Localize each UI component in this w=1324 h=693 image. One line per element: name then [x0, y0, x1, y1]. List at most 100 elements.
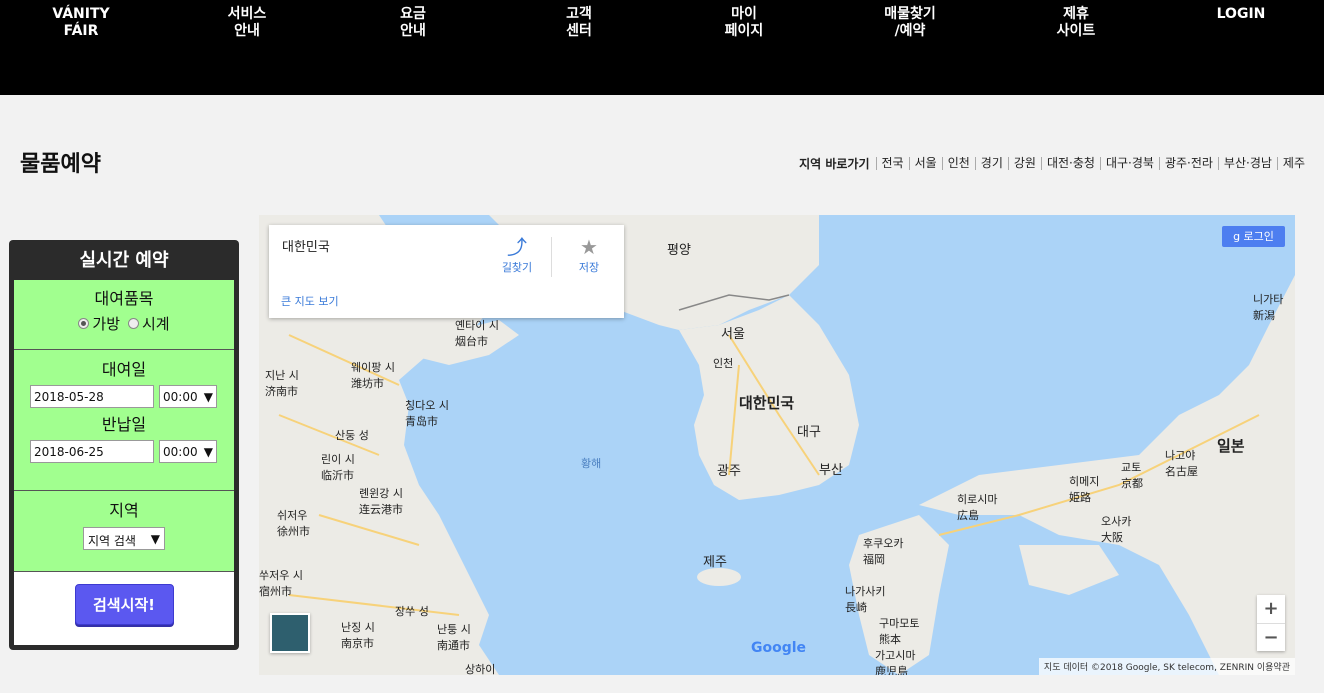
map-label-gwangju: 광주: [717, 464, 741, 479]
map-label-pyongyang: 평양: [667, 243, 691, 258]
rent-time-value: 00:00: [163, 390, 198, 404]
dropdown-arrow-icon: ▼: [150, 532, 160, 546]
nav-pricing[interactable]: 요금 안내: [358, 6, 468, 40]
card-divider: [551, 237, 552, 277]
map-label-incheon: 인천: [713, 357, 734, 370]
map-label-fukuoka: 후쿠오카 福岡: [863, 537, 904, 566]
region-link-gwangju-jeolla[interactable]: 광주·전라: [1158, 157, 1218, 170]
google-logo: Google: [751, 640, 807, 656]
radio-watch-indicator: [128, 318, 139, 329]
radio-watch[interactable]: 시계: [128, 313, 170, 334]
map-label-jinan: 지난 시 济南市: [265, 369, 299, 398]
map-label-daegu: 대구: [797, 425, 821, 440]
star-icon: ★: [580, 235, 598, 259]
map-label-nagoya: 나고야 名古屋: [1165, 449, 1198, 478]
zoom-out-button[interactable]: −: [1257, 624, 1285, 652]
region-link-jeju[interactable]: 제주: [1276, 157, 1310, 170]
map-label-weifang: 웨이팡 시 潍坊市: [351, 361, 395, 390]
region-label: 지역: [109, 501, 139, 520]
map-label-nanjing: 난징 시 南京市: [341, 621, 375, 650]
map-label-japan: 일본: [1217, 437, 1245, 455]
dropdown-arrow-icon: ▼: [203, 390, 213, 404]
bigger-map-link[interactable]: 큰 지도 보기: [281, 293, 339, 309]
search-button[interactable]: 검색시작!: [74, 584, 174, 625]
map-label-yantai: 옌타이 시 烟台市: [455, 319, 499, 348]
map-info-card: 대한민국 ⤴ 길찾기 ★ 저장 큰 지도 보기: [269, 225, 624, 318]
region-link-incheon[interactable]: 인천: [941, 157, 975, 170]
map-label-seoul: 서울: [721, 327, 745, 342]
radio-bag-indicator: [78, 318, 90, 329]
dropdown-arrow-icon: ▼: [203, 445, 213, 459]
directions-label: 길찾기: [501, 261, 533, 274]
nav-find-reserve[interactable]: 매물찾기 /예약: [855, 6, 965, 40]
radio-watch-label: 시계: [142, 315, 170, 333]
satellite-toggle[interactable]: [270, 613, 310, 653]
item-type-section: 대여품목 가방 시계: [14, 280, 234, 350]
region-link-gangwon[interactable]: 강원: [1007, 157, 1041, 170]
map-label-suzhou: 쑤저우 시 宿州市: [259, 569, 303, 598]
brand-logo[interactable]: VÁNITY FÁIR: [26, 6, 136, 40]
zoom-in-button[interactable]: +: [1257, 595, 1285, 623]
panel-title: 실시간 예약: [79, 250, 169, 271]
reservation-panel: 실시간 예약 대여품목 가방 시계 대여일 2018-05-28 00:00 ▼ …: [9, 240, 239, 650]
map-view[interactable]: 평양 서울 인천 대한민국 대구 광주 부산 제주 황해 옌타이 시 烟台市 웨…: [259, 215, 1295, 675]
map-label-linyi: 린이 시 临沂市: [321, 453, 355, 482]
return-time-value: 00:00: [163, 445, 198, 459]
map-label-hiroshima: 히로시마 広島: [957, 493, 998, 522]
page-title: 물품예약: [20, 152, 101, 177]
nav-my-page[interactable]: 마이 페이지: [689, 6, 799, 40]
save-button[interactable]: ★ 저장: [569, 235, 609, 275]
top-nav: VÁNITY FÁIR 서비스 안내 요금 안내 고객 센터 마이 페이지 매물…: [0, 0, 1324, 95]
zoom-control: + −: [1257, 595, 1285, 651]
rent-date-input[interactable]: 2018-05-28: [30, 385, 154, 408]
search-section: 검색시작!: [14, 572, 234, 645]
map-attribution: 지도 데이터 ©2018 Google, SK telecom, ZENRIN …: [1038, 658, 1295, 675]
item-type-label: 대여품목: [94, 289, 154, 308]
map-label-jiangsu: 장쑤 성: [395, 605, 429, 618]
radio-bag[interactable]: 가방: [78, 313, 120, 334]
region-link-seoul[interactable]: 서울: [908, 157, 942, 170]
map-label-yellow-sea: 황해: [581, 457, 602, 470]
map-label-busan: 부산: [819, 463, 843, 478]
return-date-input[interactable]: 2018-06-25: [30, 440, 154, 463]
region-link-daegu-gyeongbuk[interactable]: 대구·경북: [1099, 157, 1159, 170]
return-time-select[interactable]: 00:00 ▼: [159, 440, 217, 463]
region-select[interactable]: 지역 검색 ▼: [83, 527, 165, 550]
directions-icon: ⤴: [507, 235, 527, 259]
map-label-kyoto: 교토 京都: [1121, 461, 1143, 490]
map-label-himeji: 히메지 姫路: [1069, 475, 1100, 504]
map-label-nantong: 난퉁 시 南通市: [437, 623, 471, 652]
map-label-qingdao: 칭다오 시 青岛市: [405, 399, 449, 428]
nav-service-info[interactable]: 서비스 안내: [192, 6, 302, 40]
directions-button[interactable]: ⤴ 길찾기: [497, 235, 537, 275]
region-shortcuts-label: 지역 바로가기: [799, 157, 870, 171]
login-link[interactable]: LOGIN: [1186, 6, 1296, 23]
map-label-shandong: 산둥 성: [335, 429, 369, 442]
google-g-icon: g: [1233, 230, 1244, 243]
map-label-kumamoto: 구마모토 熊本: [879, 617, 920, 646]
map-label-osaka: 오사카 大阪: [1101, 515, 1132, 544]
rent-time-select[interactable]: 00:00 ▼: [159, 385, 217, 408]
map-label-niigata: 니가타 新潟: [1253, 293, 1284, 322]
map-label-kagoshima: 가고시마 鹿児島: [875, 649, 916, 675]
region-link-busan-gyeongnam[interactable]: 부산·경남: [1217, 157, 1277, 170]
region-link-daejeon-chungcheong[interactable]: 대전·충청: [1040, 157, 1100, 170]
map-label-korea: 대한민국: [739, 394, 795, 412]
map-login-button[interactable]: g 로그인: [1222, 226, 1285, 247]
region-link-gyeonggi[interactable]: 경기: [974, 157, 1008, 170]
nav-partner-sites[interactable]: 제휴 사이트: [1021, 6, 1131, 40]
region-select-value: 지역 검색: [88, 534, 136, 548]
map-label-xuzhou: 쉬저우 徐州市: [277, 509, 310, 538]
region-link-all[interactable]: 전국: [875, 157, 909, 170]
region-section: 지역 지역 검색 ▼: [14, 491, 234, 572]
map-login-label: 로그인: [1243, 230, 1274, 243]
region-shortcuts: 지역 바로가기 전국 서울 인천 경기 강원 대전·충청 대구·경북 광주·전라…: [799, 155, 1310, 172]
rent-date-label: 대여일: [101, 360, 147, 379]
map-label-shanghai: 상하이: [465, 663, 496, 675]
map-label-lianyungang: 롄윈강 시 连云港市: [359, 487, 403, 516]
return-date-label: 반납일: [101, 415, 147, 434]
map-label-nagasaki: 나가사키 長崎: [845, 585, 886, 614]
radio-bag-label: 가방: [92, 315, 120, 333]
nav-customer-center[interactable]: 고객 센터: [524, 6, 634, 40]
date-section: 대여일 2018-05-28 00:00 ▼ 반납일 2018-06-25 00:…: [14, 350, 234, 491]
